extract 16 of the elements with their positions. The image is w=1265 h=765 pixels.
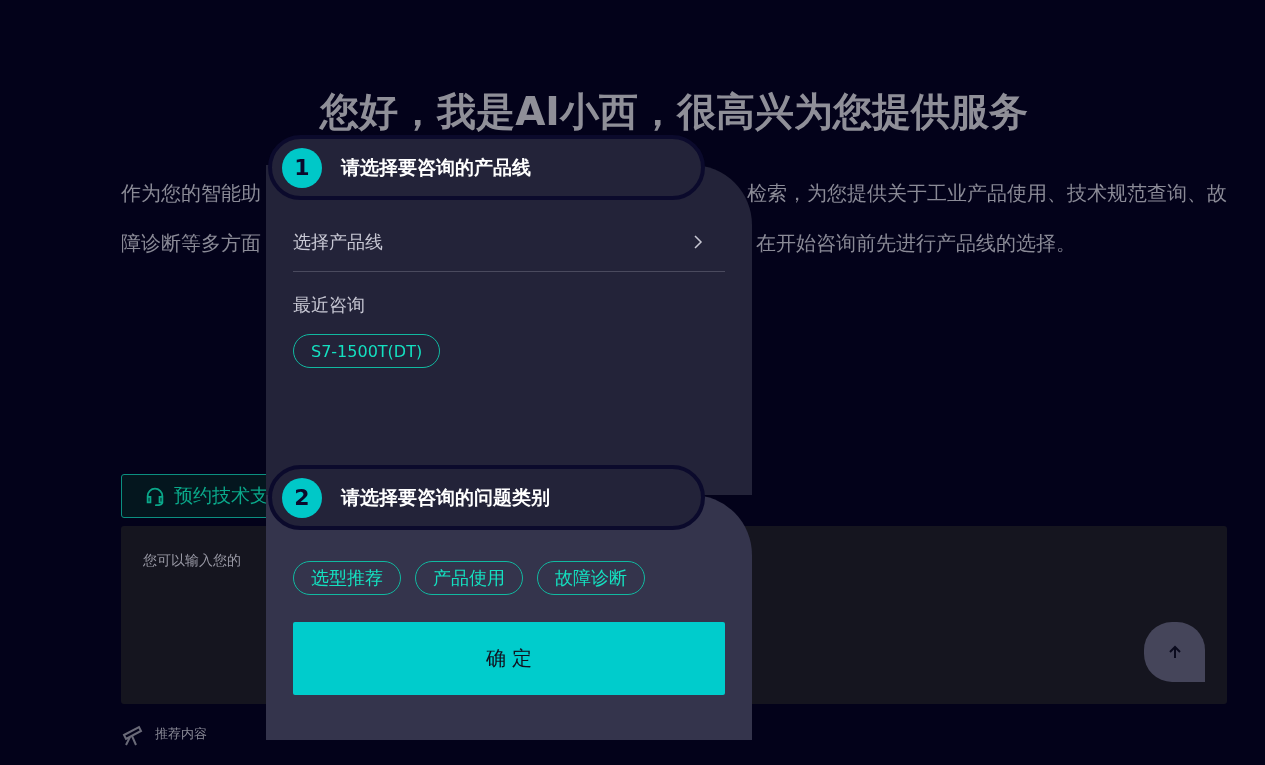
product-line-selector[interactable]: 选择产品线 (293, 213, 725, 272)
send-button[interactable] (1144, 622, 1205, 682)
chevron-right-icon (693, 234, 703, 250)
intro-text: 在开始咨询前先进行产品线的选择。 (756, 229, 1076, 257)
intro-text: 作为您的智能助 (121, 179, 261, 207)
recent-label: 最近咨询 (293, 293, 366, 317)
step-number: 1 (282, 147, 322, 188)
confirm-button[interactable]: 确 定 (293, 622, 725, 695)
intro-text: 障诊断等多方面 (121, 229, 261, 257)
step-number: 2 (282, 477, 322, 518)
step-title: 请选择要咨询的产品线 (341, 154, 531, 180)
step-title: 请选择要咨询的问题类别 (341, 484, 550, 510)
intro-text: 检索，为您提供关于工业产品使用、技术规范查询、故 (747, 179, 1227, 207)
section-label: 推荐内容 (155, 725, 207, 743)
headset-icon (144, 485, 166, 507)
page-heading: 您好，我是AI小西，很高兴为您提供服务 (318, 88, 1029, 136)
